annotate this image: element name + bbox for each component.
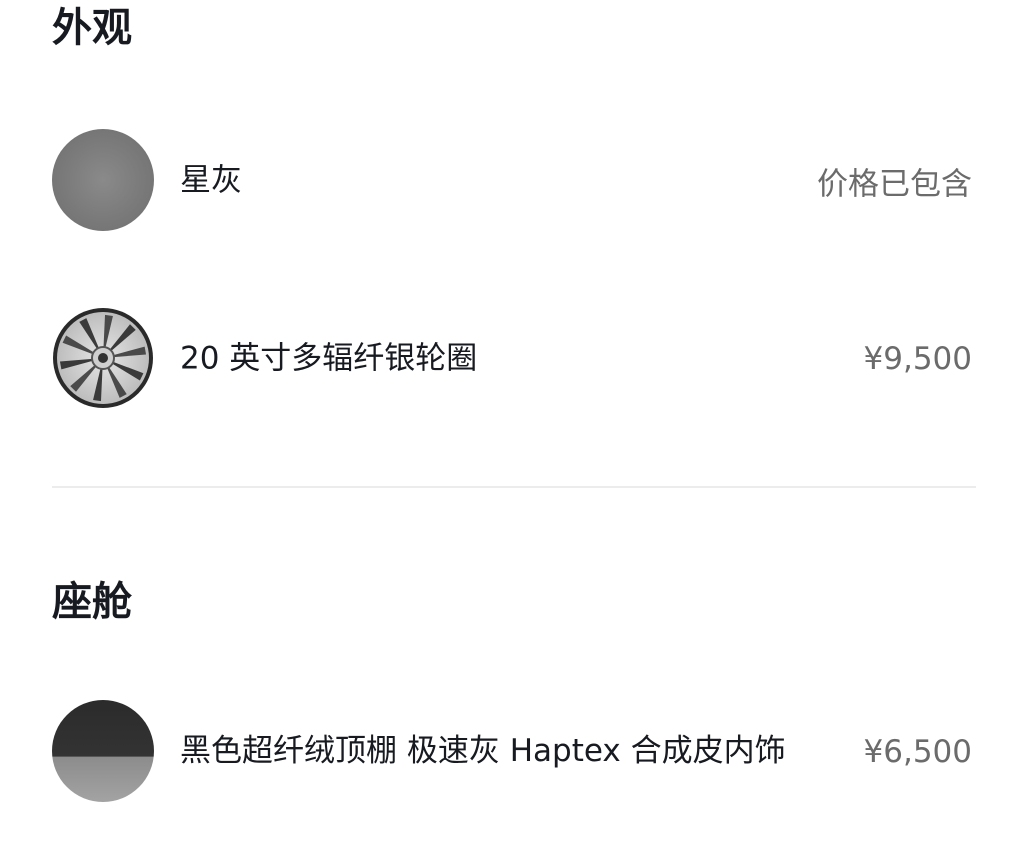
paint-swatch-icon <box>52 129 154 231</box>
option-name-paint: 星灰 <box>180 162 242 199</box>
option-price-wheel: ¥9,500 <box>863 341 972 377</box>
option-row-wheel[interactable]: 20 英寸多辐纤银轮圈 ¥9,500 <box>52 307 972 411</box>
section-title-cabin: 座舱 <box>52 579 132 625</box>
interior-swatch-icon <box>52 700 154 802</box>
option-price-interior: ¥6,500 <box>863 734 972 770</box>
wheel-icon <box>52 307 154 409</box>
option-name-interior: 黑色超纤绒顶棚 极速灰 Haptex 合成皮内饰 <box>180 733 786 769</box>
option-row-interior[interactable]: 黑色超纤绒顶棚 极速灰 Haptex 合成皮内饰 ¥6,500 <box>52 700 972 860</box>
section-title-exterior: 外观 <box>52 5 132 51</box>
option-name-wheel: 20 英寸多辐纤银轮圈 <box>180 340 478 377</box>
option-price-paint: 价格已包含 <box>817 166 972 203</box>
option-row-paint[interactable]: 星灰 价格已包含 <box>52 129 972 233</box>
section-divider <box>52 486 976 488</box>
